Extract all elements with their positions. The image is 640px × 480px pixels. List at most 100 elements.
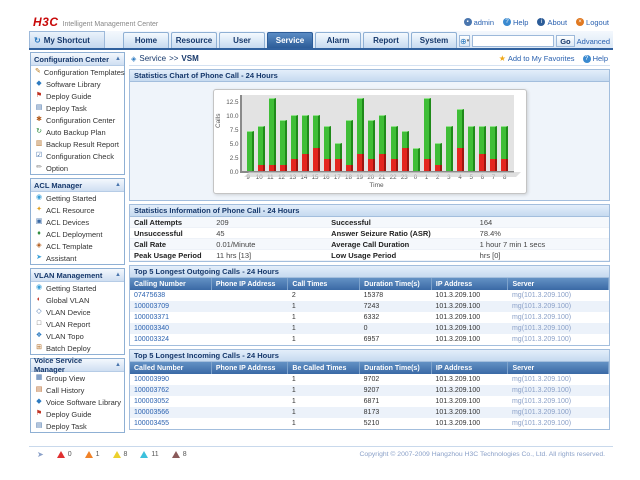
number-link[interactable]: 07475638 [130, 290, 211, 301]
sidebar-item-deploy-guide[interactable]: ⚑Deploy Guide [31, 408, 124, 420]
sidebar-section-header-vlan-management[interactable]: VLAN Management▲ [31, 269, 124, 282]
tab-service[interactable]: Service [267, 32, 313, 48]
alarm-minor[interactable]: 8 [113, 451, 128, 458]
advanced-link[interactable]: Advanced [577, 37, 610, 46]
collapse-icon[interactable]: ▲ [115, 362, 121, 368]
tab-report[interactable]: Report [363, 32, 409, 48]
userlink-about[interactable]: iAbout [537, 18, 567, 27]
search-scope-button[interactable]: ⊕▾ [459, 35, 470, 47]
sidebar-item-global-vlan[interactable]: ◐Global VLAN [31, 294, 124, 306]
column-header-phone-ip-address[interactable]: Phone IP Address [211, 362, 288, 374]
number-link[interactable]: 100003371 [130, 312, 211, 323]
tab-alarm[interactable]: Alarm [315, 32, 361, 48]
add-to-favorites-link[interactable]: ★ Add to My Favorites [499, 54, 575, 63]
number-link[interactable]: 100003566 [130, 407, 211, 418]
sidebar-section-header-acl-manager[interactable]: ACL Manager▲ [31, 179, 124, 192]
column-header-ip-address[interactable]: IP Address [431, 278, 508, 290]
bar-hour-14[interactable] [302, 115, 309, 171]
number-link[interactable]: 100003324 [130, 334, 211, 345]
column-header-call-times[interactable]: Call Times [288, 278, 360, 290]
number-link[interactable]: 100003052 [130, 396, 211, 407]
bar-hour-7[interactable] [490, 126, 497, 171]
sidebar-item-software-library[interactable]: ◆Software Library [31, 78, 124, 90]
sidebar-item-vlan-device[interactable]: ◇VLAN Device [31, 306, 124, 318]
bar-hour-13[interactable] [291, 115, 298, 171]
search-input[interactable] [472, 35, 554, 47]
sidebar-item-voice-software-library[interactable]: ◆Voice Software Library [31, 396, 124, 408]
number-link[interactable]: 100003709 [130, 301, 211, 312]
number-link[interactable]: 100003762 [130, 385, 211, 396]
go-button[interactable]: Go [556, 35, 574, 47]
bar-hour-3[interactable] [446, 126, 453, 171]
sidebar-item-assistant[interactable]: ➤Assistant [31, 252, 124, 264]
sidebar-item-vlan-topo[interactable]: ❖VLAN Topo [31, 330, 124, 342]
bar-hour-19[interactable] [357, 98, 364, 171]
sidebar-item-deploy-guide[interactable]: ⚑Deploy Guide [31, 90, 124, 102]
column-header-server[interactable]: Server [508, 278, 609, 290]
tab-user[interactable]: User [219, 32, 265, 48]
alarm-warning[interactable]: 11 [140, 451, 158, 458]
column-header-phone-ip-address[interactable]: Phone IP Address [211, 278, 288, 290]
sidebar-item-vlan-report[interactable]: □VLAN Report [31, 318, 124, 330]
bar-hour-2[interactable] [435, 143, 442, 171]
bar-hour-0[interactable] [413, 148, 420, 170]
sidebar-item-option[interactable]: ✏Option [31, 162, 124, 174]
bar-hour-11[interactable] [269, 98, 276, 171]
number-link[interactable]: 100003340 [130, 323, 211, 334]
bar-hour-23[interactable] [402, 131, 409, 170]
breadcrumb-section[interactable]: Service [139, 54, 166, 63]
sidebar-item-deploy-task[interactable]: ▤Deploy Task [31, 420, 124, 432]
sidebar-item-backup-result-report[interactable]: ▥Backup Result Report [31, 138, 124, 150]
column-header-duration-time-s[interactable]: Duration Time(s) [360, 362, 432, 374]
column-header-duration-time-s[interactable]: Duration Time(s) [360, 278, 432, 290]
sidebar-item-acl-deployment[interactable]: ♦ACL Deployment [31, 228, 124, 240]
bar-hour-1[interactable] [424, 98, 431, 171]
column-header-be-called-times[interactable]: Be Called Times [288, 362, 360, 374]
column-header-ip-address[interactable]: IP Address [431, 362, 508, 374]
tab-home[interactable]: Home [123, 32, 169, 48]
tab-resource[interactable]: Resource [171, 32, 217, 48]
sidebar-item-auto-backup-plan[interactable]: ↻Auto Backup Plan [31, 126, 124, 138]
column-header-called-number[interactable]: Called Number [130, 362, 211, 374]
collapse-icon[interactable]: ▲ [115, 272, 121, 278]
bar-hour-15[interactable] [313, 115, 320, 171]
alarm-critical[interactable]: 0 [57, 451, 72, 458]
sidebar-item-configuration-check[interactable]: ☑Configuration Check [31, 150, 124, 162]
userlink-logout[interactable]: ×Logout [576, 18, 609, 27]
sidebar-item-call-history[interactable]: ▤Call History [31, 384, 124, 396]
sidebar-item-acl-resource[interactable]: ✦ACL Resource [31, 204, 124, 216]
sidebar-section-header-configuration-center[interactable]: Configuration Center▲ [31, 53, 124, 66]
bar-hour-22[interactable] [391, 126, 398, 171]
alarm-info[interactable]: 8 [172, 451, 187, 458]
bar-hour-8[interactable] [501, 126, 508, 171]
number-link[interactable]: 100003990 [130, 374, 211, 385]
sidebar-item-configuration-templates[interactable]: ✎Configuration Templates [31, 66, 124, 78]
tab-system[interactable]: System [411, 32, 457, 48]
sidebar-item-deploy-task[interactable]: ▤Deploy Task [31, 102, 124, 114]
collapse-icon[interactable]: ▲ [115, 182, 121, 188]
bar-hour-16[interactable] [324, 126, 331, 171]
bar-hour-4[interactable] [457, 109, 464, 171]
page-help-link[interactable]: ? Help [583, 54, 608, 63]
bar-hour-21[interactable] [379, 115, 386, 171]
bar-hour-5[interactable] [468, 126, 475, 171]
bar-hour-18[interactable] [346, 120, 353, 170]
sidebar-item-batch-deploy[interactable]: ⊞Batch Deploy [31, 342, 124, 354]
sidebar-section-header-voice-service-manager[interactable]: Voice Service Manager▲ [31, 359, 124, 372]
userlink-help[interactable]: ?Help [503, 18, 528, 27]
sidebar-item-getting-started[interactable]: ◉Getting Started [31, 282, 124, 294]
sidebar-item-acl-template[interactable]: ◈ACL Template [31, 240, 124, 252]
number-link[interactable]: 100003455 [130, 418, 211, 429]
bar-hour-17[interactable] [335, 143, 342, 171]
bar-hour-6[interactable] [479, 126, 486, 171]
bar-hour-9[interactable] [247, 131, 254, 170]
bar-hour-20[interactable] [368, 120, 375, 170]
sidebar-item-getting-started[interactable]: ◉Getting Started [31, 192, 124, 204]
alarm-major[interactable]: 1 [85, 451, 100, 458]
bar-hour-10[interactable] [258, 126, 265, 171]
sidebar-item-configuration-center[interactable]: ✱Configuration Center [31, 114, 124, 126]
column-header-server[interactable]: Server [508, 362, 609, 374]
collapse-icon[interactable]: ▲ [115, 56, 121, 62]
sidebar-item-acl-devices[interactable]: ▣ACL Devices [31, 216, 124, 228]
userlink-admin[interactable]: ▪admin [464, 18, 494, 27]
